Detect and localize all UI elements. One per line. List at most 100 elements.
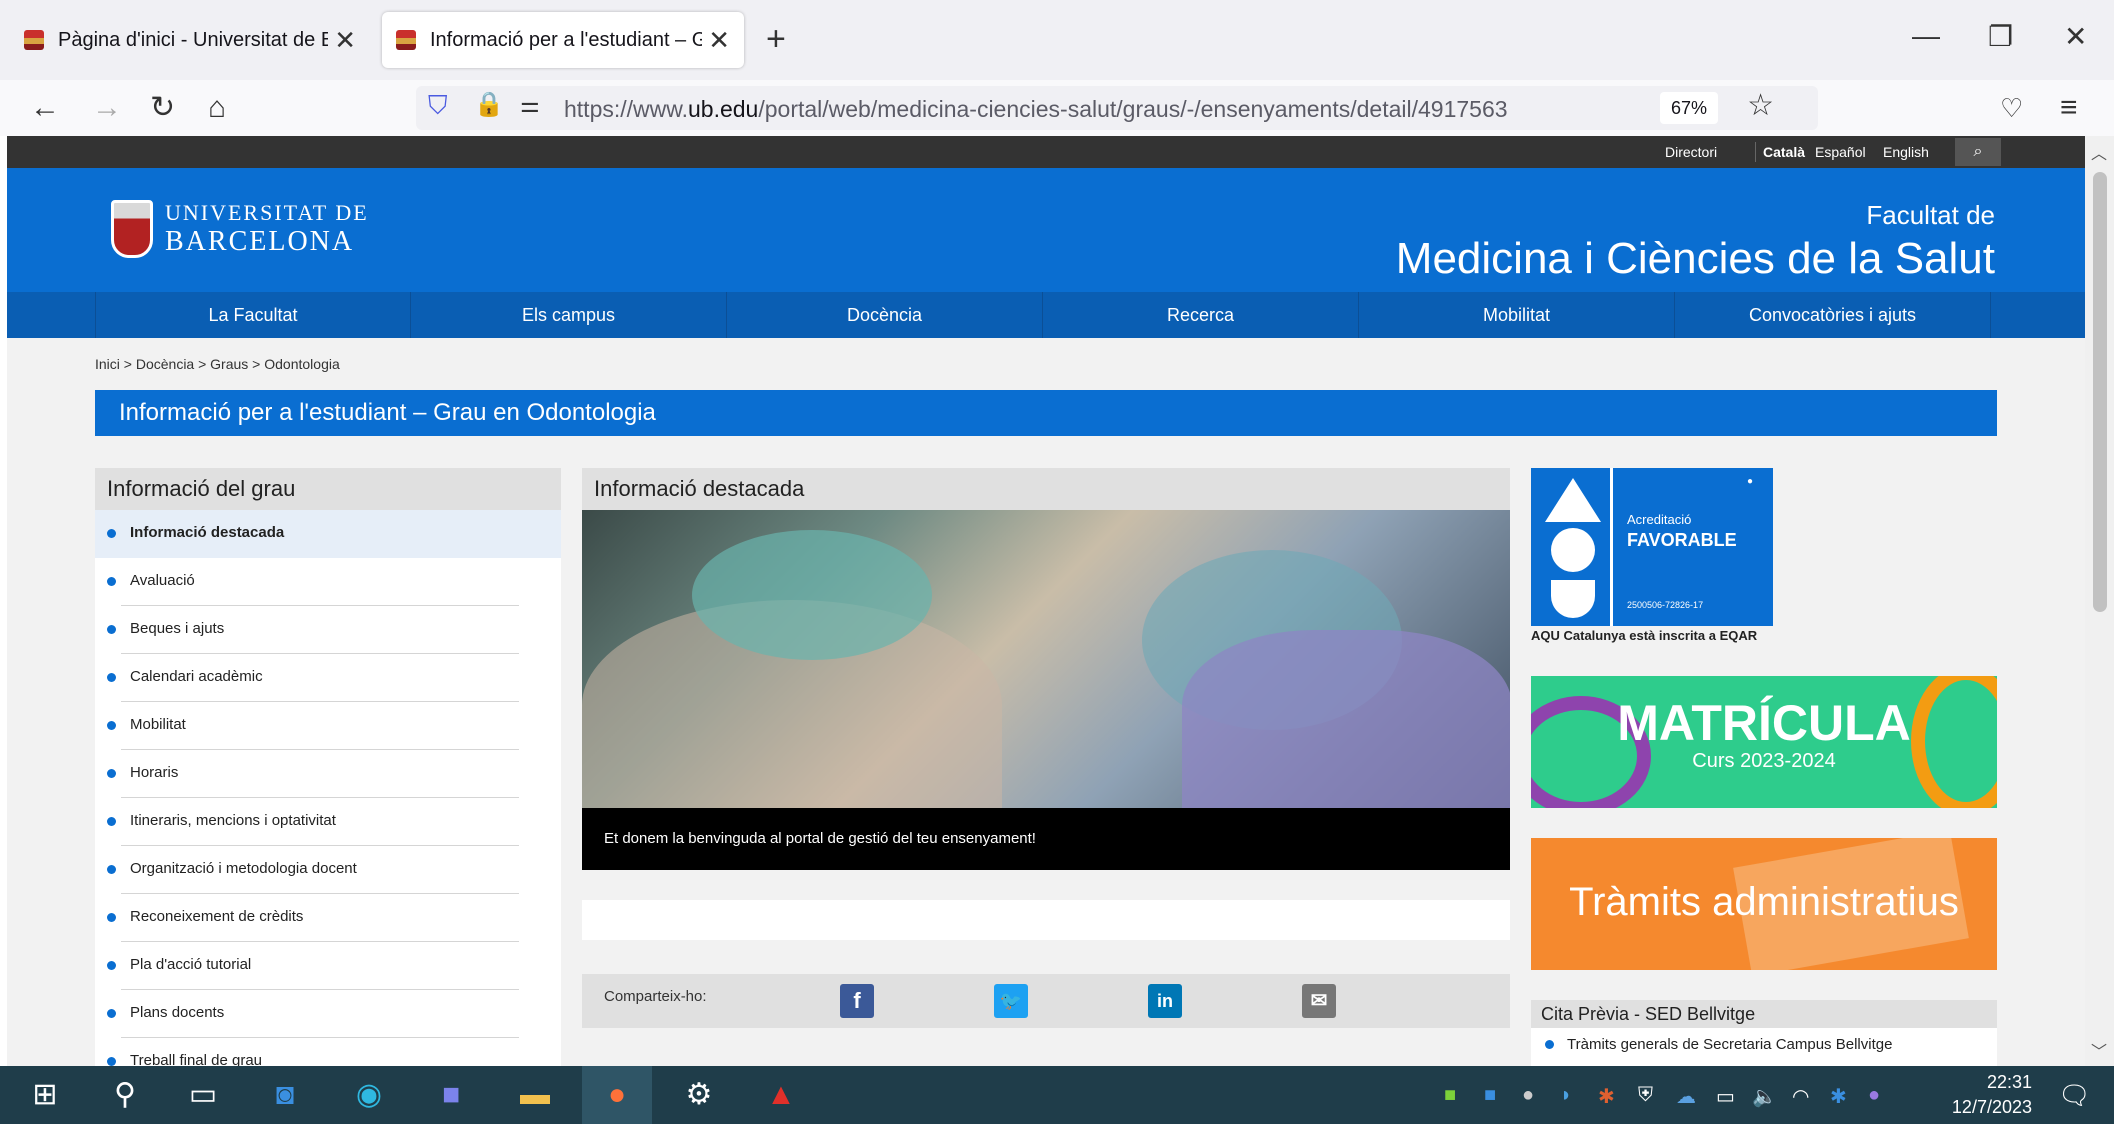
matricula-banner[interactable]: MATRÍCULA Curs 2023-2024	[1531, 676, 1997, 808]
faculty-name[interactable]: Medicina i Ciències de la Salut	[1396, 234, 1995, 284]
nav-item-mobilitat[interactable]: Mobilitat	[1359, 292, 1675, 338]
onedrive-icon[interactable]: ☁	[1676, 1084, 1696, 1109]
system-clock[interactable]: 22:31 12/7/2023	[1952, 1070, 2032, 1120]
directory-link[interactable]: Directori	[1665, 144, 1717, 160]
content-box	[582, 900, 1510, 940]
shield-icon[interactable]: ⛉	[428, 90, 448, 122]
new-tab-icon[interactable]: +	[766, 22, 786, 56]
aqu-line1: Acreditació	[1627, 512, 1692, 527]
lang-english-link[interactable]: English	[1883, 144, 1929, 160]
nav-item-campus[interactable]: Els campus	[411, 292, 727, 338]
sidebar-item-calendari[interactable]: Calendari acadèmic	[95, 654, 561, 702]
scroll-up-icon[interactable]: ︿	[2091, 140, 2107, 164]
permissions-icon[interactable]: ⚌	[520, 92, 540, 118]
reload-icon[interactable]: ↻	[150, 88, 175, 128]
bluetooth-icon[interactable]: ✱	[1830, 1084, 1847, 1109]
volume-icon[interactable]: 🔈	[1752, 1084, 1777, 1109]
tray-app-icon[interactable]: ■	[1484, 1084, 1496, 1107]
aqu-accreditation-badge[interactable]: ● Acreditació FAVORABLE 2500506-72826-17	[1531, 468, 1773, 626]
tab-title: Pàgina d'inici - Universitat de Ba	[58, 28, 329, 51]
windows-start-icon[interactable]: ⊞	[10, 1066, 80, 1124]
bullet-icon	[107, 577, 116, 586]
minimize-icon[interactable]: —	[1912, 20, 1940, 52]
ub-logo[interactable]: UNIVERSITAT DE BARCELONA	[111, 200, 369, 258]
page-scrollbar[interactable]: ︿ ﹀	[2085, 136, 2114, 1066]
sidebar-item-itineraris[interactable]: Itineraris, mencions i optativitat	[95, 798, 561, 846]
sidebar-item-avaluacio[interactable]: Avaluació	[95, 558, 561, 606]
sidebar-item-label: Beques i ajuts	[130, 620, 225, 637]
nav-item-convocatories[interactable]: Convocatòries i ajuts	[1675, 292, 1991, 338]
outlook-icon[interactable]: ◙	[250, 1066, 320, 1124]
teams-icon[interactable]: ■	[416, 1066, 486, 1124]
sidebar-item-horaris[interactable]: Horaris	[95, 750, 561, 798]
scroll-down-icon[interactable]: ﹀	[2091, 1038, 2107, 1062]
teams-tray-icon[interactable]: ●	[1868, 1084, 1880, 1107]
settings-icon[interactable]: ⚙	[664, 1066, 734, 1124]
tramits-banner[interactable]: Tràmits administratius	[1531, 838, 1997, 970]
sidebar-item-reconeixement[interactable]: Reconeixement de crèdits	[95, 894, 561, 942]
tray-app-icon[interactable]: ■	[1444, 1084, 1456, 1107]
top-utility-bar: Directori Català Español English ⌕	[7, 136, 2085, 168]
bookmark-star-icon[interactable]: ☆	[1747, 88, 1774, 123]
email-icon[interactable]: ✉	[1302, 984, 1336, 1018]
nav-item-facultat[interactable]: La Facultat	[95, 292, 411, 338]
notifications-icon[interactable]: 🗨	[2058, 1080, 2091, 1111]
browser-tab-current[interactable]: Informació per a l'estudiant – Gr ✕	[382, 12, 744, 68]
zoom-level[interactable]: 67%	[1660, 92, 1718, 124]
nav-item-docencia[interactable]: Docència	[727, 292, 1043, 338]
acrobat-icon[interactable]: ▲	[746, 1066, 816, 1124]
address-bar[interactable]: ⛉ 🔒 ⚌ https://www.ub.edu/portal/web/medi…	[416, 86, 1818, 130]
share-label: Comparteix-ho:	[604, 988, 707, 1005]
sidebar-item-informacio-destacada[interactable]: Informació destacada	[95, 510, 561, 558]
firefox-icon[interactable]: ●	[582, 1066, 652, 1124]
search-icon[interactable]: ⚲	[90, 1066, 160, 1124]
close-tab-icon[interactable]: ✕	[708, 25, 730, 56]
sidebar-item-treball-final[interactable]: Treball final de grau	[95, 1038, 561, 1066]
sidebar-item-plans-docents[interactable]: Plans docents	[95, 990, 561, 1038]
sidebar-item-beques[interactable]: Beques i ajuts	[95, 606, 561, 654]
aqu-code: 2500506-72826-17	[1627, 600, 1704, 610]
pocket-icon[interactable]: ♡	[2000, 88, 2023, 128]
dental-procedure-photo[interactable]	[582, 510, 1510, 808]
linkedin-icon[interactable]: in	[1148, 984, 1182, 1018]
breadcrumb[interactable]: Inici > Docència > Graus > Odontologia	[95, 356, 340, 372]
browser-tab-home[interactable]: Pàgina d'inici - Universitat de Ba ✕	[10, 12, 370, 68]
scroll-thumb[interactable]	[2093, 172, 2107, 612]
bullet-icon	[107, 625, 116, 634]
tray-app-icon[interactable]: ✱	[1598, 1084, 1615, 1109]
home-icon[interactable]: ⌂	[208, 88, 226, 128]
search-icon[interactable]: ⌕	[1955, 138, 2001, 166]
sidebar-item-organitzacio[interactable]: Organització i metodologia docent	[95, 846, 561, 894]
url-prefix: https://www.	[564, 96, 688, 122]
twitter-icon[interactable]: 🐦	[994, 984, 1028, 1018]
lang-espanol-link[interactable]: Español	[1815, 144, 1866, 160]
bullet-icon	[107, 721, 116, 730]
sidebar-item-pla-accio[interactable]: Pla d'acció tutorial	[95, 942, 561, 990]
logo-line2: BARCELONA	[165, 226, 355, 257]
matricula-subtitle: Curs 2023-2024	[1692, 750, 1836, 772]
security-icon[interactable]: ⛨	[1638, 1084, 1653, 1107]
wifi-icon[interactable]: ◠	[1792, 1084, 1809, 1109]
sidebar: Informació del grau Informació destacada…	[95, 468, 561, 1066]
task-view-icon[interactable]: ▭	[168, 1066, 238, 1124]
tray-app-icon[interactable]: ●	[1522, 1084, 1534, 1107]
back-icon[interactable]: ←	[30, 88, 60, 128]
edge-icon[interactable]: ◉	[334, 1066, 404, 1124]
forward-icon[interactable]: →	[92, 88, 122, 128]
browser-nav-bar: ← → ↻ ⌂ ⛉ 🔒 ⚌ https://www.ub.edu/portal/…	[0, 80, 2114, 136]
url-text[interactable]: https://www.ub.edu/portal/web/medicina-c…	[564, 96, 1508, 123]
facebook-icon[interactable]: f	[840, 984, 874, 1018]
sidebar-item-mobilitat[interactable]: Mobilitat	[95, 702, 561, 750]
tray-app-icon[interactable]: ◗	[1560, 1084, 1572, 1107]
battery-icon[interactable]: ▭	[1716, 1084, 1735, 1109]
menu-icon[interactable]: ≡	[2060, 88, 2078, 128]
cita-item[interactable]: Tràmits generals de Secretaria Campus Be…	[1531, 1028, 1997, 1062]
restore-icon[interactable]: ❐	[1988, 20, 2013, 53]
nav-item-recerca[interactable]: Recerca	[1043, 292, 1359, 338]
file-explorer-icon[interactable]: ▬	[500, 1066, 570, 1124]
close-tab-icon[interactable]: ✕	[334, 25, 356, 56]
lang-catala-link[interactable]: Català	[1755, 144, 1805, 160]
close-window-icon[interactable]: ✕	[2064, 20, 2087, 53]
lock-icon[interactable]: 🔒	[474, 90, 504, 119]
share-bar: Comparteix-ho: f 🐦 in ✉	[582, 974, 1510, 1028]
